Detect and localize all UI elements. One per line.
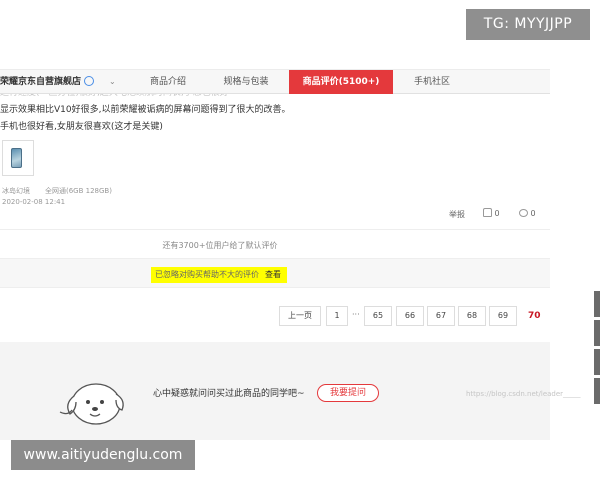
page-66-button[interactable]: 66 bbox=[396, 306, 424, 326]
side-toolbar bbox=[594, 291, 600, 404]
thumbs-up-icon bbox=[483, 208, 492, 217]
tab-phone-community[interactable]: 手机社区 bbox=[400, 70, 464, 94]
review-date: 2020-02-08 12:41 bbox=[2, 198, 66, 206]
side-tool-button[interactable] bbox=[594, 349, 600, 375]
product-spec: 全网通(6GB 128GB) bbox=[45, 187, 112, 195]
tab-product-intro[interactable]: 商品介绍 bbox=[136, 70, 200, 94]
page-67-button[interactable]: 67 bbox=[427, 306, 455, 326]
reply-button[interactable]: 0 bbox=[519, 208, 536, 218]
divider bbox=[0, 229, 550, 230]
page-1-button[interactable]: 1 bbox=[326, 306, 348, 326]
chevron-down-icon[interactable]: ⌄ bbox=[109, 70, 116, 94]
csdn-watermark: https://blog.csdn.net/leader_____ bbox=[466, 390, 581, 398]
ask-question-button[interactable]: 我要提问 bbox=[317, 384, 379, 402]
review-image-thumbnail[interactable] bbox=[2, 140, 34, 176]
folded-reviews-notice: 已忽略对购买帮助不大的评价 查看 bbox=[151, 267, 287, 283]
dog-mascot-icon bbox=[59, 383, 124, 425]
telegram-watermark: TG: MYYJJPP bbox=[466, 9, 590, 40]
site-url-watermark: www.aitiyudenglu.com bbox=[11, 440, 195, 470]
side-tool-button[interactable] bbox=[594, 320, 600, 346]
page-68-button[interactable]: 68 bbox=[458, 306, 486, 326]
side-tool-button[interactable] bbox=[594, 291, 600, 317]
tab-product-reviews[interactable]: 商品评价(5100+) bbox=[289, 70, 393, 94]
product-tab-bar: 荣耀京东自营旗舰店 ⌄ 商品介绍 规格与包装 商品评价(5100+) 手机社区 bbox=[0, 69, 550, 94]
qa-prompt: 心中疑惑就问问买过此商品的同学吧~ bbox=[153, 389, 305, 399]
review-text-line-1: 显示效果相比V10好很多,以前荣耀被诟病的屏幕问题得到了很大的改善。 bbox=[0, 105, 291, 115]
report-link[interactable]: 举报 bbox=[449, 209, 465, 220]
like-button[interactable]: 0 bbox=[483, 208, 500, 218]
reply-count: 0 bbox=[530, 209, 536, 218]
comment-icon bbox=[519, 208, 528, 217]
shop-name: 荣耀京东自营旗舰店 bbox=[0, 77, 82, 87]
page-65-button[interactable]: 65 bbox=[364, 306, 392, 326]
default-review-note: 还有3700+位用户给了默认评价 bbox=[162, 241, 278, 250]
customer-service-icon[interactable] bbox=[84, 75, 95, 86]
product-color: 冰岛幻境 bbox=[2, 187, 30, 195]
current-page: 70 bbox=[528, 311, 541, 321]
shop-name-link[interactable]: 荣耀京东自营旗舰店 bbox=[0, 70, 95, 94]
view-folded-link[interactable]: 查看 bbox=[265, 270, 281, 279]
page-69-button[interactable]: 69 bbox=[489, 306, 517, 326]
pagination-ellipsis: ··· bbox=[352, 310, 360, 319]
prev-page-button[interactable]: 上一页 bbox=[279, 306, 321, 326]
folded-reviews-text: 已忽略对购买帮助不大的评价 bbox=[155, 270, 259, 279]
like-count: 0 bbox=[494, 209, 500, 218]
phone-photo-icon bbox=[11, 148, 22, 168]
side-tool-button[interactable] bbox=[594, 378, 600, 404]
review-text-line-2: 手机也很好看,女朋友很喜欢(这才是关键) bbox=[0, 122, 163, 132]
tab-specs-packaging[interactable]: 规格与包装 bbox=[210, 70, 282, 94]
